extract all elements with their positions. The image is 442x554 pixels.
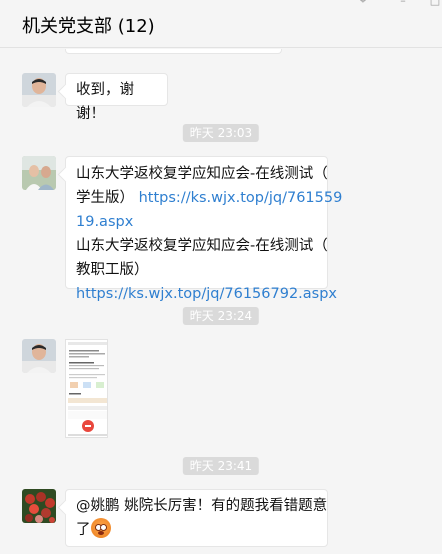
screenshot-thumbnail-icon [66,340,107,437]
minimize-icon[interactable]: – [396,0,410,6]
survey-link-student-cont[interactable]: 19.aspx [76,210,317,234]
blushing-face-icon [90,518,111,538]
avatar[interactable] [22,489,56,523]
image-message[interactable] [65,339,108,438]
timestamp: 昨天 23:41 [182,457,260,475]
message-bubble[interactable]: 山东大学返校复学应知应会-在线测试（ 学生版） https://ks.wjx.t… [65,156,342,302]
chat-header: 机关党支部 (12) ⌖ – □ [0,0,442,48]
pin-icon[interactable]: ⌖ [356,0,370,6]
timestamp: 昨天 23:24 [182,307,260,325]
message-line: 教职工版） [76,262,149,278]
message-text: 学生版） [76,190,134,206]
chat-area[interactable]: 收到，谢谢！ 昨天 23:03 山东大学返校复学应知应会-在线测试（ 学生版） … [0,49,442,554]
message-bubble[interactable]: 收到，谢谢！ [65,73,168,122]
survey-link-staff[interactable]: https://ks.wjx.top/jq/76156792.aspx [76,282,337,306]
message-line: 山东大学返校复学应知应会-在线测试（ [76,238,328,254]
message-line: 山东大学返校复学应知应会-在线测试（ [76,166,328,182]
maximize-icon[interactable]: □ [428,0,442,6]
avatar[interactable] [22,156,56,190]
message-line: 了 [76,518,317,542]
survey-link-student[interactable]: https://ks.wjx.top/jq/761559 [139,190,343,206]
message-bubble-partial[interactable] [65,49,282,54]
message-line: @姚鹏 姚院长厉害！有的题我看错题意 [76,498,328,514]
timestamp: 昨天 23:03 [182,124,260,142]
message-text: 了 [76,522,91,538]
message-bubble[interactable]: @姚鹏 姚院长厉害！有的题我看错题意 了 [65,489,328,547]
message-text: 收到，谢谢！ [76,82,134,122]
chat-title[interactable]: 机关党支部 (12) [22,12,155,38]
message-line: 学生版） https://ks.wjx.top/jq/761559 [76,186,342,210]
avatar[interactable] [22,73,56,107]
avatar[interactable] [22,339,56,373]
